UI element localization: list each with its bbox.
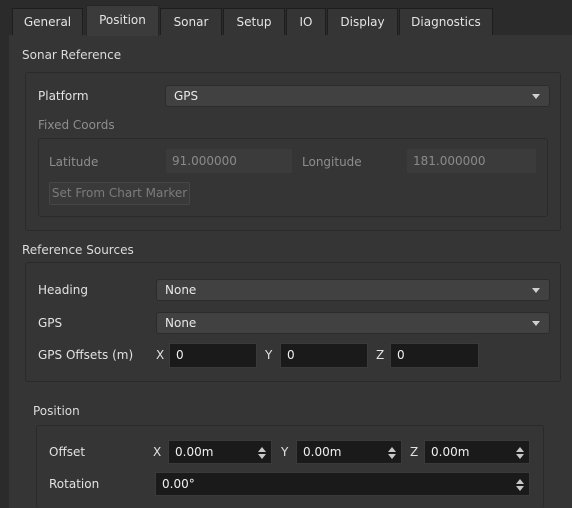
- rotation-label: Rotation: [49, 477, 100, 491]
- rotation-spinbox[interactable]: 0.00°: [155, 472, 530, 496]
- gps-offset-z-field[interactable]: 0: [390, 343, 479, 368]
- spin-arrows-icon[interactable]: [513, 441, 527, 463]
- tab-setup[interactable]: Setup: [223, 8, 285, 35]
- fixed-coords-title: Fixed Coords: [38, 118, 115, 132]
- longitude-label: Longitude: [302, 155, 362, 169]
- offset-x-label: X: [153, 445, 162, 459]
- offset-z-spinbox[interactable]: 0.00m: [424, 440, 530, 464]
- offset-x-spinbox[interactable]: 0.00m: [168, 440, 272, 464]
- offset-y-spinbox[interactable]: 0.00m: [296, 440, 402, 464]
- spin-arrows-icon[interactable]: [255, 441, 269, 463]
- reference-sources-title: Reference Sources: [22, 243, 134, 257]
- offset-z-value: 0.00m: [431, 445, 470, 459]
- gps-label: GPS: [38, 316, 63, 330]
- offset-z-label: Z: [410, 445, 419, 459]
- position-title: Position: [33, 404, 80, 418]
- gps-dropdown[interactable]: None: [156, 312, 550, 334]
- heading-dropdown[interactable]: None: [156, 279, 550, 301]
- gps-offset-y-field[interactable]: 0: [280, 343, 368, 368]
- latitude-label: Latitude: [49, 155, 99, 169]
- tab-diagnostics[interactable]: Diagnostics: [399, 8, 493, 35]
- sonar-reference-title: Sonar Reference: [22, 48, 122, 62]
- gps-offset-z-label: Z: [376, 348, 385, 362]
- longitude-field[interactable]: 181.000000: [406, 148, 537, 174]
- spin-arrows-icon[interactable]: [385, 441, 399, 463]
- tab-sonar[interactable]: Sonar: [160, 8, 222, 35]
- offset-y-label: Y: [281, 445, 289, 459]
- chevron-down-icon: [532, 321, 540, 326]
- platform-value: GPS: [174, 89, 199, 103]
- tab-position[interactable]: Position: [86, 5, 159, 36]
- gps-offset-x-field[interactable]: 0: [169, 343, 257, 368]
- offset-x-value: 0.00m: [175, 445, 214, 459]
- latitude-field[interactable]: 91.000000: [165, 148, 293, 174]
- rotation-value: 0.00°: [162, 477, 195, 491]
- heading-value: None: [165, 283, 197, 297]
- gps-offsets-label: GPS Offsets (m): [38, 348, 134, 362]
- spin-arrows-icon[interactable]: [513, 473, 527, 495]
- gps-value: None: [165, 316, 197, 330]
- offset-y-value: 0.00m: [303, 445, 342, 459]
- platform-label: Platform: [38, 89, 89, 103]
- tab-general[interactable]: General: [12, 8, 83, 35]
- gps-offset-y-label: Y: [265, 348, 273, 362]
- tab-display[interactable]: Display: [327, 8, 398, 35]
- tab-io[interactable]: IO: [286, 8, 326, 35]
- offset-label: Offset: [49, 445, 86, 459]
- set-from-chart-marker-button[interactable]: Set From Chart Marker: [49, 182, 190, 205]
- platform-dropdown[interactable]: GPS: [165, 85, 550, 107]
- gps-offset-x-label: X: [156, 348, 165, 362]
- heading-label: Heading: [38, 283, 88, 297]
- chevron-down-icon: [532, 288, 540, 293]
- chevron-down-icon: [532, 94, 540, 99]
